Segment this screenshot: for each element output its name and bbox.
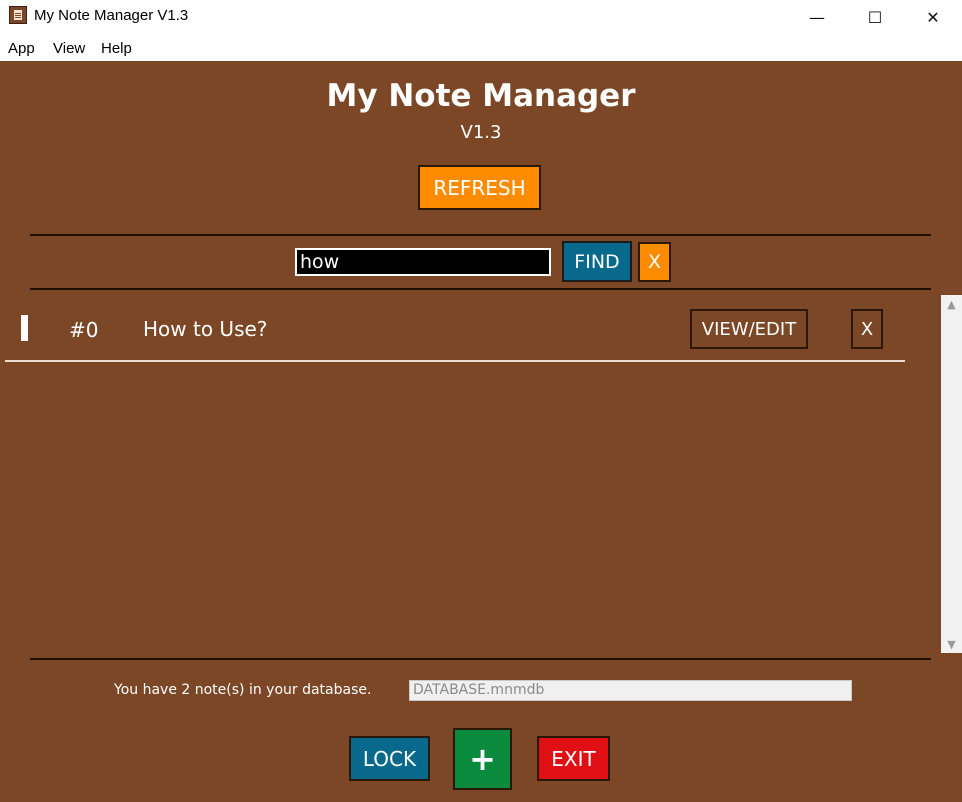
chevron-down-icon[interactable]: ▼	[941, 635, 962, 653]
row-divider	[5, 360, 905, 362]
database-file-field: DATABASE.mnmdb	[409, 680, 852, 701]
minimize-button[interactable]: —	[788, 0, 846, 34]
exit-button[interactable]: EXIT	[537, 736, 610, 781]
refresh-button[interactable]: REFRESH	[418, 165, 541, 210]
menu-bar: App View Help	[0, 34, 962, 61]
menu-help[interactable]: Help	[101, 40, 132, 57]
clear-search-button[interactable]: X	[638, 242, 671, 282]
notebook-icon	[9, 6, 27, 24]
note-title: How to Use?	[143, 317, 268, 341]
note-count-status: You have 2 note(s) in your database.	[114, 682, 372, 698]
view-edit-button[interactable]: VIEW/EDIT	[690, 309, 808, 349]
find-button[interactable]: FIND	[562, 241, 632, 282]
version-label: V1.3	[460, 122, 502, 143]
divider	[30, 234, 931, 236]
chevron-up-icon[interactable]: ▲	[941, 295, 962, 313]
note-number: #0	[69, 318, 99, 342]
window-title: My Note Manager V1.3	[34, 7, 189, 24]
close-window-button[interactable]: ✕	[904, 0, 962, 34]
scrollbar[interactable]: ▲ ▼	[941, 295, 962, 653]
delete-note-button[interactable]: X	[851, 309, 883, 349]
menu-app[interactable]: App	[8, 40, 35, 57]
title-bar: My Note Manager V1.3 — ☐ ✕	[0, 0, 962, 34]
menu-view[interactable]: View	[53, 40, 85, 57]
divider	[30, 658, 931, 660]
search-input[interactable]: how	[295, 248, 551, 276]
lock-button[interactable]: LOCK	[349, 736, 430, 781]
add-note-button[interactable]: +	[453, 728, 512, 790]
row-marker	[21, 315, 28, 341]
page-title: My Note Manager	[326, 78, 636, 114]
maximize-button[interactable]: ☐	[846, 0, 904, 34]
divider	[30, 288, 931, 290]
main-panel: My Note Manager V1.3 REFRESH how FIND X …	[0, 61, 962, 802]
